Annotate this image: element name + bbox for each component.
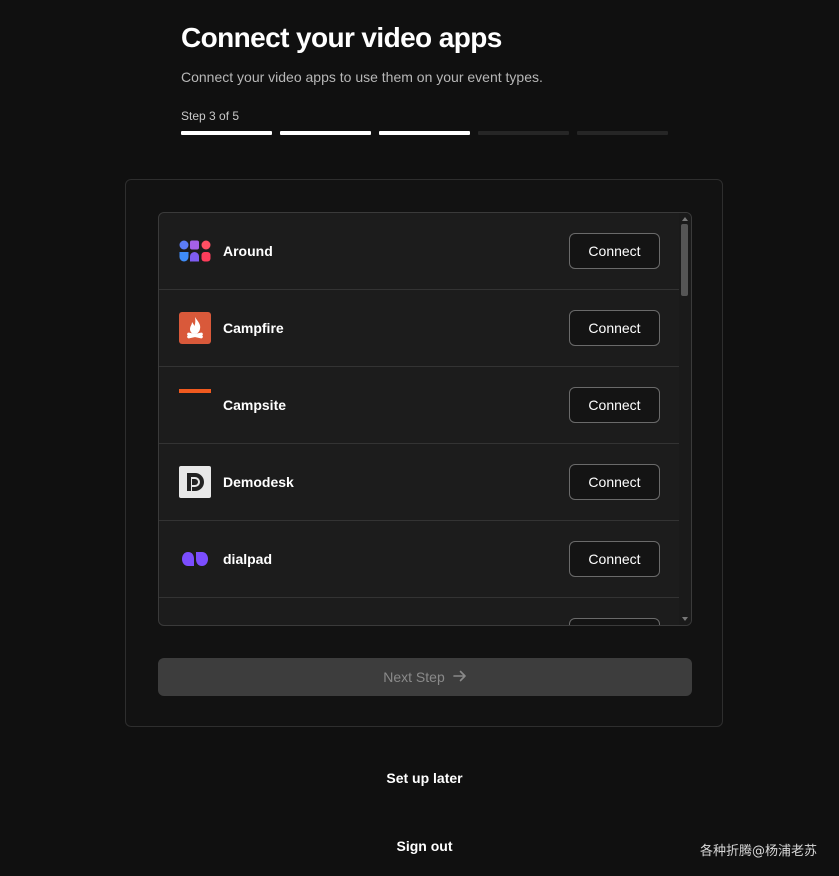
- arrow-right-icon: [452, 669, 467, 685]
- connect-button-demodesk[interactable]: Connect: [569, 464, 660, 500]
- next-step-button[interactable]: Next Step: [158, 658, 692, 696]
- connect-button-partial[interactable]: [569, 618, 660, 625]
- app-name: Campfire: [223, 320, 284, 336]
- list-item-around: Around Connect: [159, 213, 680, 290]
- step-progress: [181, 131, 669, 135]
- scroll-up-icon[interactable]: [682, 217, 688, 221]
- next-step-label: Next Step: [383, 669, 445, 685]
- connect-button-around[interactable]: Connect: [569, 233, 660, 269]
- list-item-campsite: Campsite Connect: [159, 367, 680, 444]
- step-bar-1: [181, 131, 272, 135]
- page-title: Connect your video apps: [181, 22, 502, 53]
- list-item-partial: [159, 598, 680, 625]
- connect-apps-card: Around Connect Campfire Connect Campsite…: [125, 179, 723, 727]
- step-bar-3: [379, 131, 470, 135]
- step-bar-5: [577, 131, 668, 135]
- connect-button-campsite[interactable]: Connect: [569, 387, 660, 423]
- onboarding-header: Connect your video apps Connect your vid…: [181, 20, 669, 135]
- list-item-campfire: Campfire Connect: [159, 290, 680, 367]
- app-rows: Around Connect Campfire Connect Campsite…: [159, 213, 680, 625]
- list-item-demodesk: Demodesk Connect: [159, 444, 680, 521]
- step-bar-2: [280, 131, 371, 135]
- app-name: Campsite: [223, 397, 287, 413]
- list-item-dialpad: dialpad Connect: [159, 521, 680, 598]
- demodesk-logo-icon: [179, 466, 211, 498]
- app-name: Demodesk: [223, 474, 294, 490]
- list-scrollbar[interactable]: [679, 213, 691, 625]
- connect-button-campfire[interactable]: Connect: [569, 310, 660, 346]
- step-indicator-label: Step 3 of 5: [181, 109, 240, 123]
- page-subtitle: Connect your video apps to use them on y…: [181, 69, 543, 85]
- step-bar-4: [478, 131, 569, 135]
- watermark: 各种折腾@杨浦老苏: [699, 844, 817, 859]
- app-name: Around: [223, 243, 273, 259]
- campsite-logo-icon: [179, 389, 211, 393]
- partial-app-logo-icon: [179, 624, 211, 625]
- app-name: dialpad: [223, 551, 273, 567]
- campfire-logo-icon: [179, 312, 211, 344]
- video-apps-list[interactable]: Around Connect Campfire Connect Campsite…: [158, 212, 692, 626]
- scroll-thumb[interactable]: [681, 224, 688, 296]
- around-logo-icon: [179, 235, 211, 267]
- setup-later-link[interactable]: Set up later: [0, 770, 839, 786]
- dialpad-logo-icon: [179, 543, 211, 575]
- scroll-down-icon[interactable]: [682, 617, 688, 621]
- connect-button-dialpad[interactable]: Connect: [569, 541, 660, 577]
